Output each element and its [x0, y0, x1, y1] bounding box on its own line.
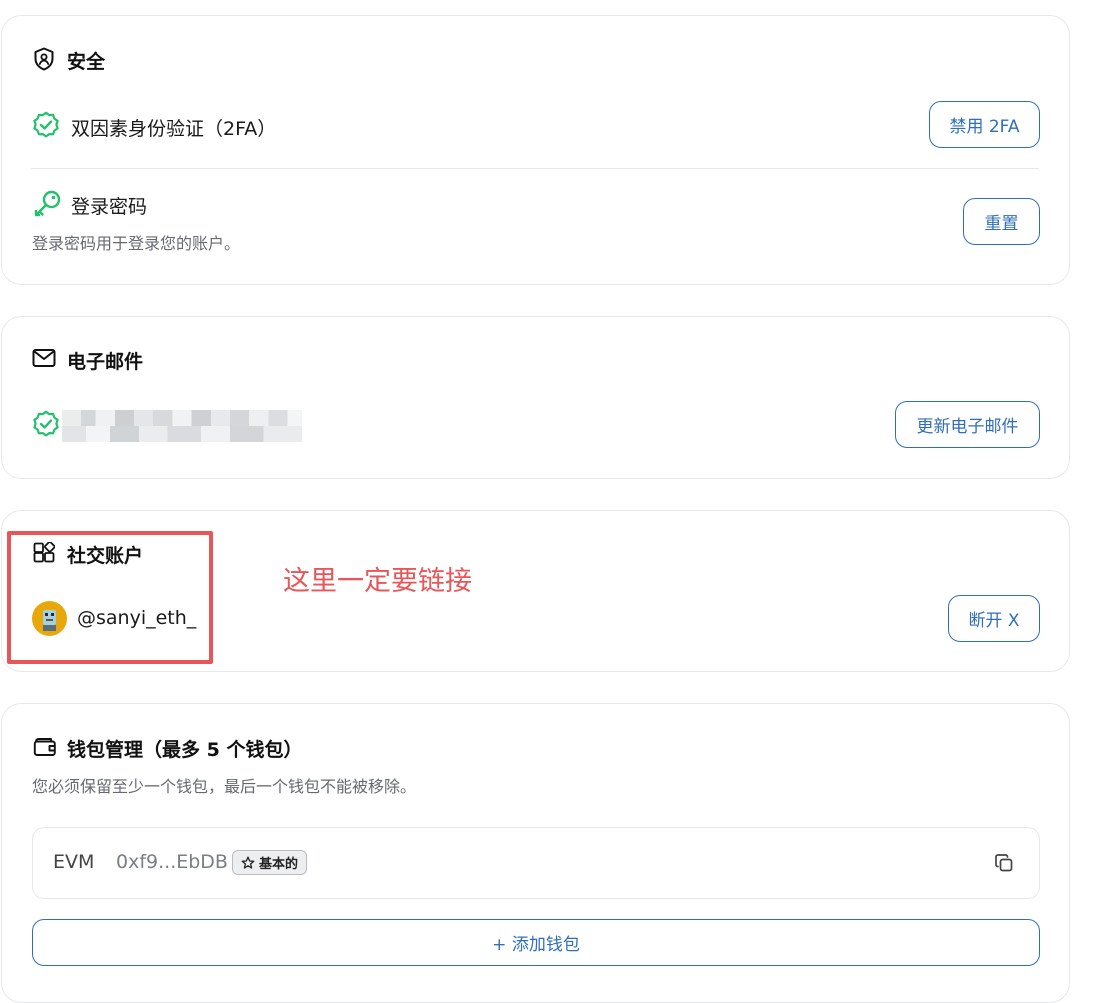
- wallet-title: 钱包管理（最多 5 个钱包）: [67, 739, 303, 761]
- verified-badge-icon: [32, 410, 60, 438]
- add-wallet-button[interactable]: + 添加钱包: [32, 919, 1040, 966]
- disable-2fa-button[interactable]: 禁用 2FA: [929, 101, 1040, 148]
- shield-icon: [33, 47, 55, 71]
- disconnect-x-button[interactable]: 断开 X: [948, 595, 1040, 642]
- login-password-description: 登录密码用于登录您的账户。: [32, 234, 241, 253]
- wallet-description: 您必须保留至少一个钱包，最后一个钱包不能被移除。: [32, 777, 417, 796]
- reset-password-button[interactable]: 重置: [963, 198, 1040, 245]
- email-title: 电子邮件: [67, 351, 144, 373]
- mail-icon: [32, 348, 56, 368]
- two-fa-label: 双因素身份验证（2FA）: [71, 118, 277, 140]
- primary-wallet-badge: 基本的: [232, 850, 308, 875]
- verified-badge-icon: [32, 111, 60, 139]
- wallet-icon: [33, 737, 57, 757]
- star-icon: [241, 856, 255, 870]
- email-address-redacted: [62, 410, 302, 442]
- wallet-chain: EVM: [53, 851, 95, 873]
- wallet-address: 0xf9...EbDB: [116, 851, 228, 873]
- key-icon: [32, 189, 62, 219]
- security-title: 安全: [67, 51, 106, 73]
- login-password-label: 登录密码: [71, 196, 148, 218]
- annotation-highlight-box: [7, 531, 213, 664]
- divider: [31, 168, 1039, 169]
- email-card: [1, 316, 1070, 479]
- badge-label: 基本的: [259, 857, 299, 872]
- annotation-text: 这里一定要链接: [283, 566, 472, 597]
- copy-icon[interactable]: [994, 853, 1014, 873]
- update-email-button[interactable]: 更新电子邮件: [895, 401, 1040, 448]
